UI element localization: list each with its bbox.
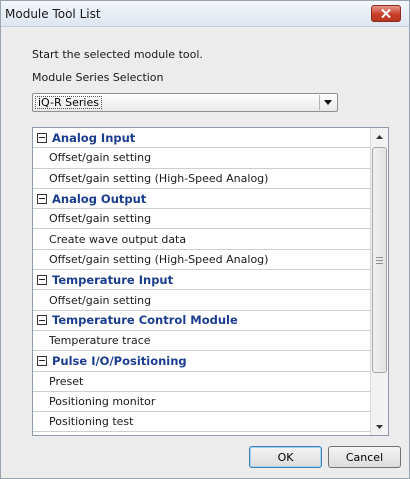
group-row-analog-input[interactable]: Analog Input <box>33 128 370 149</box>
title-bar[interactable]: Module Tool List <box>1 1 409 27</box>
tool-item-row[interactable]: Offset/gain setting (High-Speed Analog) <box>33 250 370 271</box>
group-label: Temperature Control Module <box>52 313 238 328</box>
tool-item-row[interactable]: Offset/gain setting <box>33 148 370 169</box>
tool-item-row[interactable]: Positioning monitor <box>33 392 370 413</box>
tool-item-label: Offset/gain setting <box>49 293 152 307</box>
tool-item-label: Temperature trace <box>49 334 151 348</box>
tool-item-label: Offset/gain setting (High-Speed Analog) <box>49 252 269 266</box>
tool-item-row[interactable]: Positioning test <box>33 412 370 433</box>
tool-item-label: Positioning monitor <box>49 395 156 408</box>
group-label: Temperature Input <box>52 272 174 287</box>
dropdown-arrow-icon[interactable] <box>319 95 336 110</box>
grip-icon <box>376 256 383 264</box>
description-text: Start the selected module tool. <box>32 48 203 61</box>
group-label: Analog Output <box>52 191 147 206</box>
ok-button[interactable]: OK <box>249 446 322 468</box>
window-title: Module Tool List <box>5 7 101 21</box>
collapse-icon[interactable] <box>37 193 47 204</box>
vertical-scrollbar[interactable] <box>370 128 388 435</box>
group-row-analog-output[interactable]: Analog Output <box>33 188 370 210</box>
tool-item-row[interactable]: Create wave output data <box>33 229 370 250</box>
scroll-up-arrow-icon[interactable] <box>371 128 388 145</box>
series-select[interactable]: iQ-R Series <box>32 93 338 112</box>
collapse-icon[interactable] <box>37 315 47 326</box>
cancel-button[interactable]: Cancel <box>328 446 401 468</box>
close-icon <box>381 9 391 18</box>
tool-item-label: Offset/gain setting <box>49 151 152 165</box>
collapse-icon[interactable] <box>37 355 47 366</box>
group-label: Pulse I/O/Positioning <box>52 353 187 368</box>
close-button[interactable] <box>371 5 401 22</box>
tool-item-row[interactable]: Preset <box>33 372 370 392</box>
tool-item-label: Positioning test <box>49 415 134 429</box>
tool-list-rows: Analog Input Offset/gain setting Offset/… <box>33 128 370 433</box>
module-tool-list[interactable]: Analog Input Offset/gain setting Offset/… <box>32 127 389 436</box>
tool-item-label: Offset/gain setting <box>49 212 152 226</box>
group-label: Analog Input <box>52 130 136 145</box>
series-selection-label: Module Series Selection <box>32 71 164 84</box>
tool-item-label: Preset <box>49 374 84 388</box>
group-row-temperature-input[interactable]: Temperature Input <box>33 270 370 291</box>
module-tool-list-dialog: Module Tool List Start the selected modu… <box>0 0 410 479</box>
tool-item-row[interactable]: Offset/gain setting <box>33 209 370 230</box>
scroll-down-arrow-icon[interactable] <box>371 418 388 435</box>
tool-item-row[interactable]: Offset/gain setting <box>33 290 370 311</box>
collapse-icon[interactable] <box>37 132 47 143</box>
scroll-thumb[interactable] <box>372 147 387 373</box>
tool-item-label: Create wave output data <box>49 232 187 246</box>
group-row-pulse-io-positioning[interactable]: Pulse I/O/Positioning <box>33 351 370 372</box>
tool-item-label: Offset/gain setting (High-Speed Analog) <box>49 171 269 185</box>
tool-item-row[interactable]: Offset/gain setting (High-Speed Analog) <box>33 169 370 189</box>
group-row-temperature-control[interactable]: Temperature Control Module <box>33 310 370 331</box>
series-select-value: iQ-R Series <box>35 96 102 109</box>
tool-item-row[interactable]: Temperature trace <box>33 331 370 352</box>
collapse-icon[interactable] <box>37 274 47 285</box>
